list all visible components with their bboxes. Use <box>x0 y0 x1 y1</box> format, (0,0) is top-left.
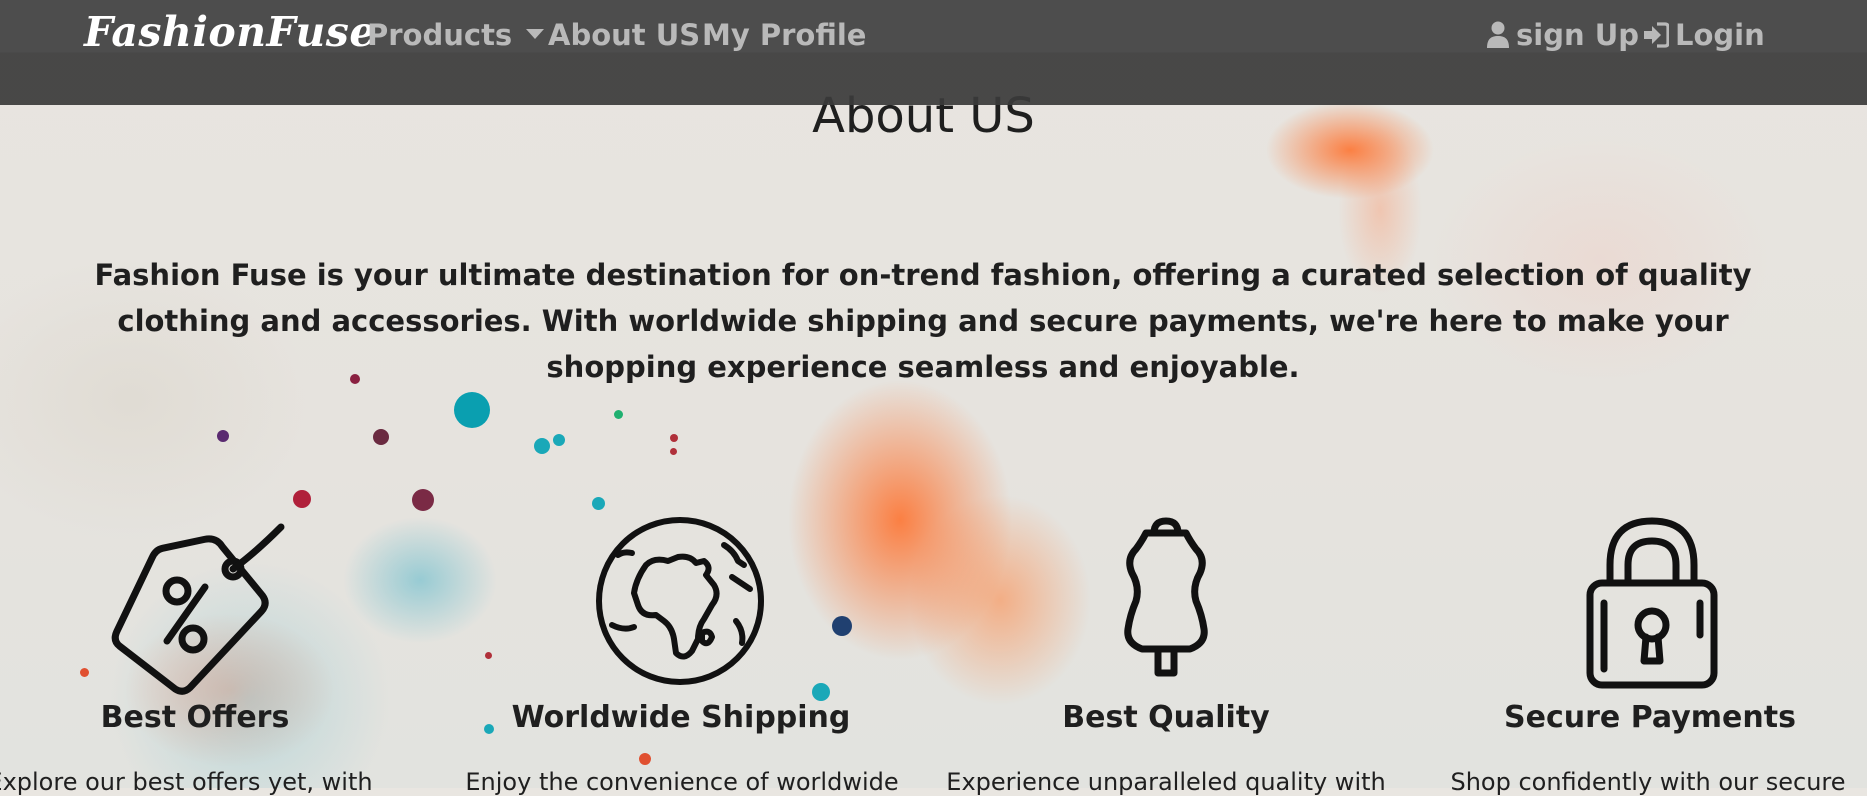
sign-in-icon <box>1644 22 1669 48</box>
padlock-icon <box>1586 517 1718 689</box>
feature-title-best-quality: Best Quality <box>1062 700 1270 735</box>
top-navbar: FashionFuse Products About US My Profile… <box>0 0 1867 105</box>
feature-desc-best-offers: Explore our best offers yet, with <box>0 768 373 796</box>
nav-login[interactable]: Login <box>1643 18 1765 52</box>
price-tag-icon <box>111 523 285 695</box>
mannequin-icon <box>1124 517 1208 677</box>
feature-desc-worldwide-shipping: Enjoy the convenience of worldwide <box>465 768 899 796</box>
feature-title-secure-payments: Secure Payments <box>1504 700 1796 735</box>
nav-my-profile[interactable]: My Profile <box>702 18 866 52</box>
nav-products-dropdown[interactable]: Products <box>367 18 545 52</box>
feature-desc-secure-payments: Shop confidently with our secure <box>1450 768 1846 796</box>
brand-logo[interactable]: FashionFuse <box>84 8 376 56</box>
nav-products-label: Products <box>367 18 513 52</box>
caret-down-icon <box>526 29 545 39</box>
user-icon <box>1487 21 1509 48</box>
intro-paragraph: Fashion Fuse is your ultimate destinatio… <box>94 258 1752 384</box>
feature-title-worldwide-shipping: Worldwide Shipping <box>511 700 851 735</box>
feature-desc-best-quality: Experience unparalleled quality with <box>946 768 1386 796</box>
globe-icon <box>596 517 764 685</box>
nav-login-label: Login <box>1675 18 1765 52</box>
feature-title-best-offers: Best Offers <box>100 700 290 735</box>
nav-about-us[interactable]: About US <box>548 18 700 52</box>
nav-sign-up[interactable]: sign Up <box>1486 18 1639 52</box>
nav-sign-up-label: sign Up <box>1516 18 1640 52</box>
